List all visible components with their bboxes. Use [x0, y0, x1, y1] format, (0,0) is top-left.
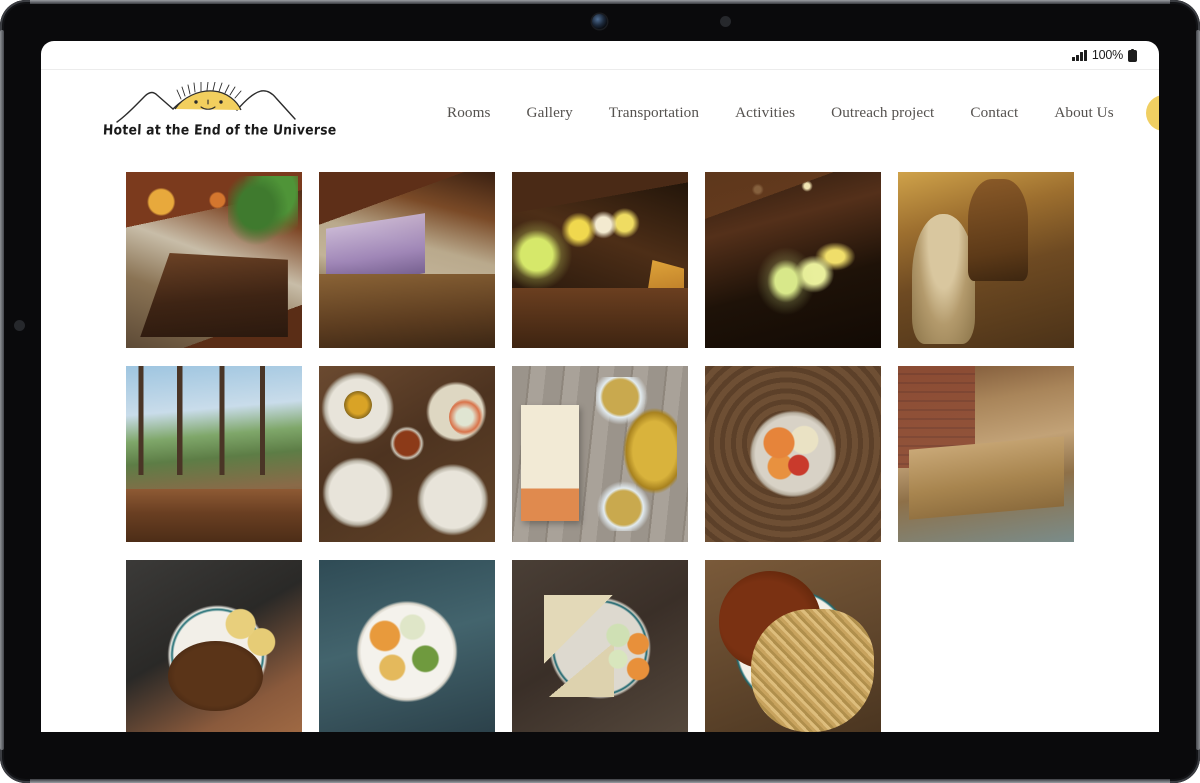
nav-item-transportation[interactable]: Transportation [591, 104, 717, 122]
battery-full-icon [1128, 48, 1137, 62]
gallery-tile[interactable]: Open-air wooden dining deck with woven l… [126, 172, 302, 348]
nav-item-contact[interactable]: Contact [952, 104, 1036, 122]
hand-drawn-hills-sun-face-logo [116, 82, 296, 123]
nav-item-about-us[interactable]: About Us [1036, 104, 1131, 122]
gallery-tile[interactable]: Stone Buddha statue draped in white khat… [898, 172, 1074, 348]
gallery-tile[interactable]: Plate of sauteed mixed vegetables with c… [319, 560, 495, 732]
gallery-tile[interactable]: Bowl of fresh cut fruit salad on a carve… [705, 366, 881, 542]
nav-item-rooms[interactable]: Rooms [429, 104, 509, 122]
gallery-tile[interactable]: Sunlit dining hall with wooden tables an… [319, 172, 495, 348]
gallery-tile[interactable]: Plate of meat in gravy with roast potato… [126, 560, 302, 732]
front-camera-icon [592, 14, 607, 29]
proximity-sensor-icon [720, 16, 731, 27]
gallery-tile[interactable]: Nepali thali platters with rice, dal, cu… [319, 366, 495, 542]
site-logo-wordmark: Hotel at the End of the Universe [102, 121, 337, 138]
side-sensor-icon [14, 320, 25, 331]
book-now-button[interactable]: Book now [1145, 95, 1159, 131]
nav-item-outreach-project[interactable]: Outreach project [813, 104, 952, 122]
site-header: Hotel at the End of the Universe Rooms G… [41, 70, 1159, 156]
signal-bars-icon [1072, 49, 1087, 61]
status-indicators: 100% [1072, 48, 1137, 62]
status-bar: 100% [41, 41, 1159, 70]
bezel-edge-right [1196, 30, 1200, 750]
bezel-edge-left [0, 30, 4, 750]
gallery-tile[interactable]: Evening restaurant interior glowing with… [512, 172, 688, 348]
gallery-tile[interactable]: Dark timber ceiling with green and yello… [705, 172, 881, 348]
gallery-tile[interactable]: Glass-walled room with brick base lookin… [126, 366, 302, 542]
tablet-screen: 100% Hotel at the End of the Universe Ro… [41, 41, 1159, 732]
nav-item-activities[interactable]: Activities [717, 104, 813, 122]
battery-percent-label: 100% [1091, 48, 1123, 62]
gallery-tile[interactable]: Hotel menu card with sunglasses, brass t… [512, 366, 688, 542]
gallery-tile[interactable]: Plate of papadum triangles with sliced c… [512, 560, 688, 732]
gallery-grid: Open-air wooden dining deck with woven l… [126, 172, 1088, 732]
nav-item-gallery[interactable]: Gallery [509, 104, 591, 122]
bezel-edge-bottom [30, 779, 1170, 783]
site-logo-link[interactable]: Hotel at the End of the Universe [102, 82, 337, 148]
gallery-tile[interactable]: Rustic dining room with long reclaimed w… [898, 366, 1074, 542]
gallery-tile[interactable]: Fried rice served with a vegetable curry… [705, 560, 881, 732]
bezel-edge-top [30, 0, 1170, 4]
tablet-device-frame: 100% Hotel at the End of the Universe Ro… [0, 0, 1200, 783]
main-navigation: Rooms Gallery Transportation Activities … [429, 70, 1159, 156]
